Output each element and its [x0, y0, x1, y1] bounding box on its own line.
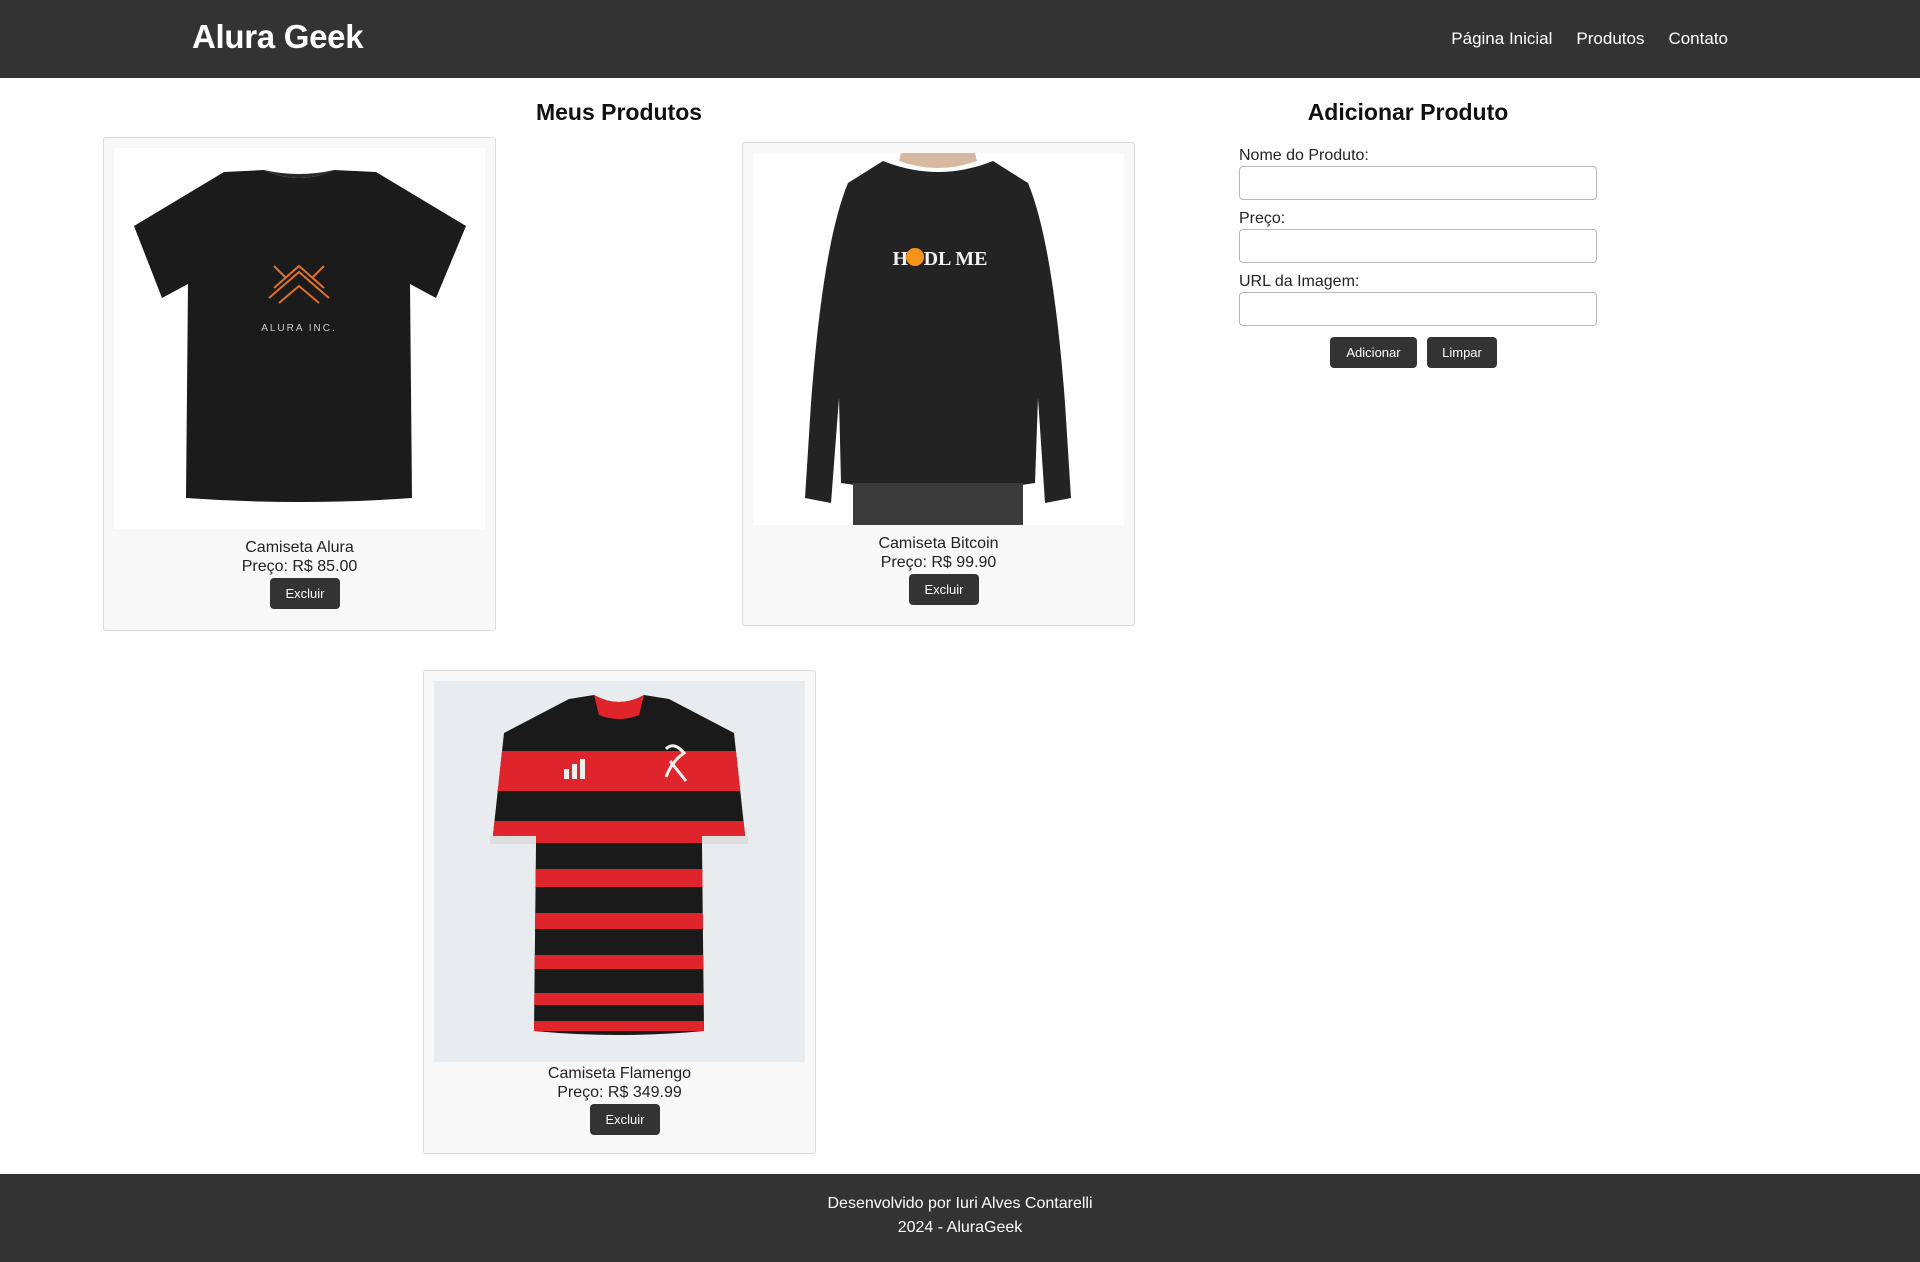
- image-url-label: URL da Imagem:: [1239, 273, 1360, 290]
- footer-credits: Desenvolvido por Iuri Alves Contarelli: [827, 1195, 1093, 1212]
- product-name: Camiseta Alura: [245, 539, 354, 556]
- product-card: ALURA INC. Camiseta Alura Preço: R$ 85.0…: [103, 137, 496, 631]
- product-image-flamengo-jersey: [434, 681, 805, 1062]
- products-section-title: Meus Produtos: [535, 99, 703, 125]
- main-nav: Página Inicial Produtos Contato: [1451, 29, 1728, 49]
- delete-product-button[interactable]: Excluir: [590, 1104, 660, 1135]
- add-product-button[interactable]: Adicionar: [1330, 337, 1417, 368]
- site-footer: Desenvolvido por Iuri Alves Contarelli 2…: [0, 1174, 1920, 1262]
- product-price: Preço: R$ 99.90: [880, 554, 997, 571]
- nav-link-home[interactable]: Página Inicial: [1451, 29, 1552, 49]
- product-image-alura-tshirt: ALURA INC.: [114, 148, 485, 529]
- alura-shirt-print: ALURA INC.: [261, 323, 337, 334]
- nav-link-contact[interactable]: Contato: [1668, 29, 1728, 49]
- site-logo[interactable]: Alura Geek: [192, 18, 364, 56]
- product-price: Preço: R$ 349.99: [557, 1084, 682, 1101]
- product-name-label: Nome do Produto:: [1239, 147, 1369, 164]
- product-price-label: Preço:: [1239, 210, 1286, 227]
- site-header: Alura Geek Página Inicial Produtos Conta…: [0, 0, 1920, 78]
- product-card: Camiseta Flamengo Preço: R$ 349.99 Exclu…: [423, 670, 816, 1154]
- product-price: Preço: R$ 85.00: [241, 558, 358, 575]
- product-name: Camiseta Bitcoin: [878, 535, 999, 552]
- delete-product-button[interactable]: Excluir: [270, 578, 340, 609]
- image-url-input[interactable]: [1239, 292, 1597, 326]
- product-name-input[interactable]: [1239, 166, 1597, 200]
- nav-link-products[interactable]: Produtos: [1576, 29, 1644, 49]
- clear-form-button[interactable]: Limpar: [1427, 337, 1497, 368]
- product-price-input[interactable]: [1239, 229, 1597, 263]
- delete-product-button[interactable]: Excluir: [909, 574, 979, 605]
- product-name: Camiseta Flamengo: [547, 1065, 692, 1082]
- add-product-title: Adicionar Produto: [1307, 99, 1509, 125]
- footer-copyright: 2024 - AluraGeek: [897, 1219, 1023, 1236]
- product-card: HODL ME Camiseta Bitcoin Preço: R$ 99.90…: [742, 142, 1135, 626]
- product-image-bitcoin-longsleeve: HODL ME: [753, 153, 1124, 525]
